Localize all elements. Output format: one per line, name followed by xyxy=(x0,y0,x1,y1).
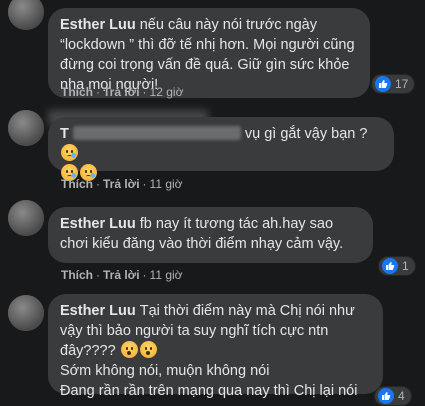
redacted-name xyxy=(72,126,241,140)
comment-author[interactable]: T xyxy=(60,126,69,142)
reply-link[interactable]: Trả lời xyxy=(103,177,140,191)
like-link[interactable]: Thích xyxy=(61,177,93,191)
like-link[interactable]: Thích xyxy=(61,268,93,282)
comment-time[interactable]: 11 giờ xyxy=(150,268,183,282)
like-icon xyxy=(375,76,391,92)
comment-bubble: T vụ gì gắt vậy bạn ? xyxy=(48,117,394,181)
surprised-emoji-icon xyxy=(120,341,138,358)
comment-text: vụ gì gắt vậy bạn ? xyxy=(244,126,368,142)
reaction-badge[interactable]: 17 xyxy=(371,74,416,94)
comment-time[interactable]: 11 giờ xyxy=(150,177,183,191)
like-icon xyxy=(382,258,398,274)
reaction-count: 17 xyxy=(395,77,409,91)
comment-text-line: Đang rần rần trên mạng qua nay thì Chị l… xyxy=(60,383,358,399)
sad-emoji-icon xyxy=(61,144,78,161)
avatar[interactable] xyxy=(8,0,44,30)
comment-actions: Thích · Trả lời · 12 giờ xyxy=(61,85,184,99)
reaction-count: 1 xyxy=(402,259,409,273)
reply-link[interactable]: Trả lời xyxy=(103,85,140,99)
comment-text-line: Sớm không nói, muộn không nói xyxy=(60,363,270,379)
comment-time[interactable]: 12 giờ xyxy=(150,85,184,99)
comment-bubble: Esther Luu Tại thời điểm này mà Chị nói n… xyxy=(48,294,383,399)
comment-author[interactable]: Esther Luu xyxy=(60,17,136,33)
comment-actions: Thích · Trả lời · 11 giờ xyxy=(61,268,183,282)
reaction-badge[interactable]: 4 xyxy=(374,386,412,406)
avatar[interactable] xyxy=(8,200,44,236)
comment-author[interactable]: Esther Luu xyxy=(60,303,136,319)
comment-author[interactable]: Esther Luu xyxy=(60,216,136,232)
reply-link[interactable]: Trả lời xyxy=(103,268,140,282)
avatar[interactable] xyxy=(8,295,44,331)
like-icon xyxy=(378,388,394,404)
surprised-emoji-icon xyxy=(139,341,157,358)
like-link[interactable]: Thích xyxy=(61,85,93,99)
avatar[interactable] xyxy=(8,110,44,146)
reaction-badge[interactable]: 1 xyxy=(378,256,416,276)
comment-actions: Thích · Trả lời · 11 giờ xyxy=(61,177,183,191)
comment-bubble: Esther Luu fb nay ít tương tác ah.hay sao… xyxy=(48,207,373,263)
reaction-count: 4 xyxy=(398,389,405,403)
